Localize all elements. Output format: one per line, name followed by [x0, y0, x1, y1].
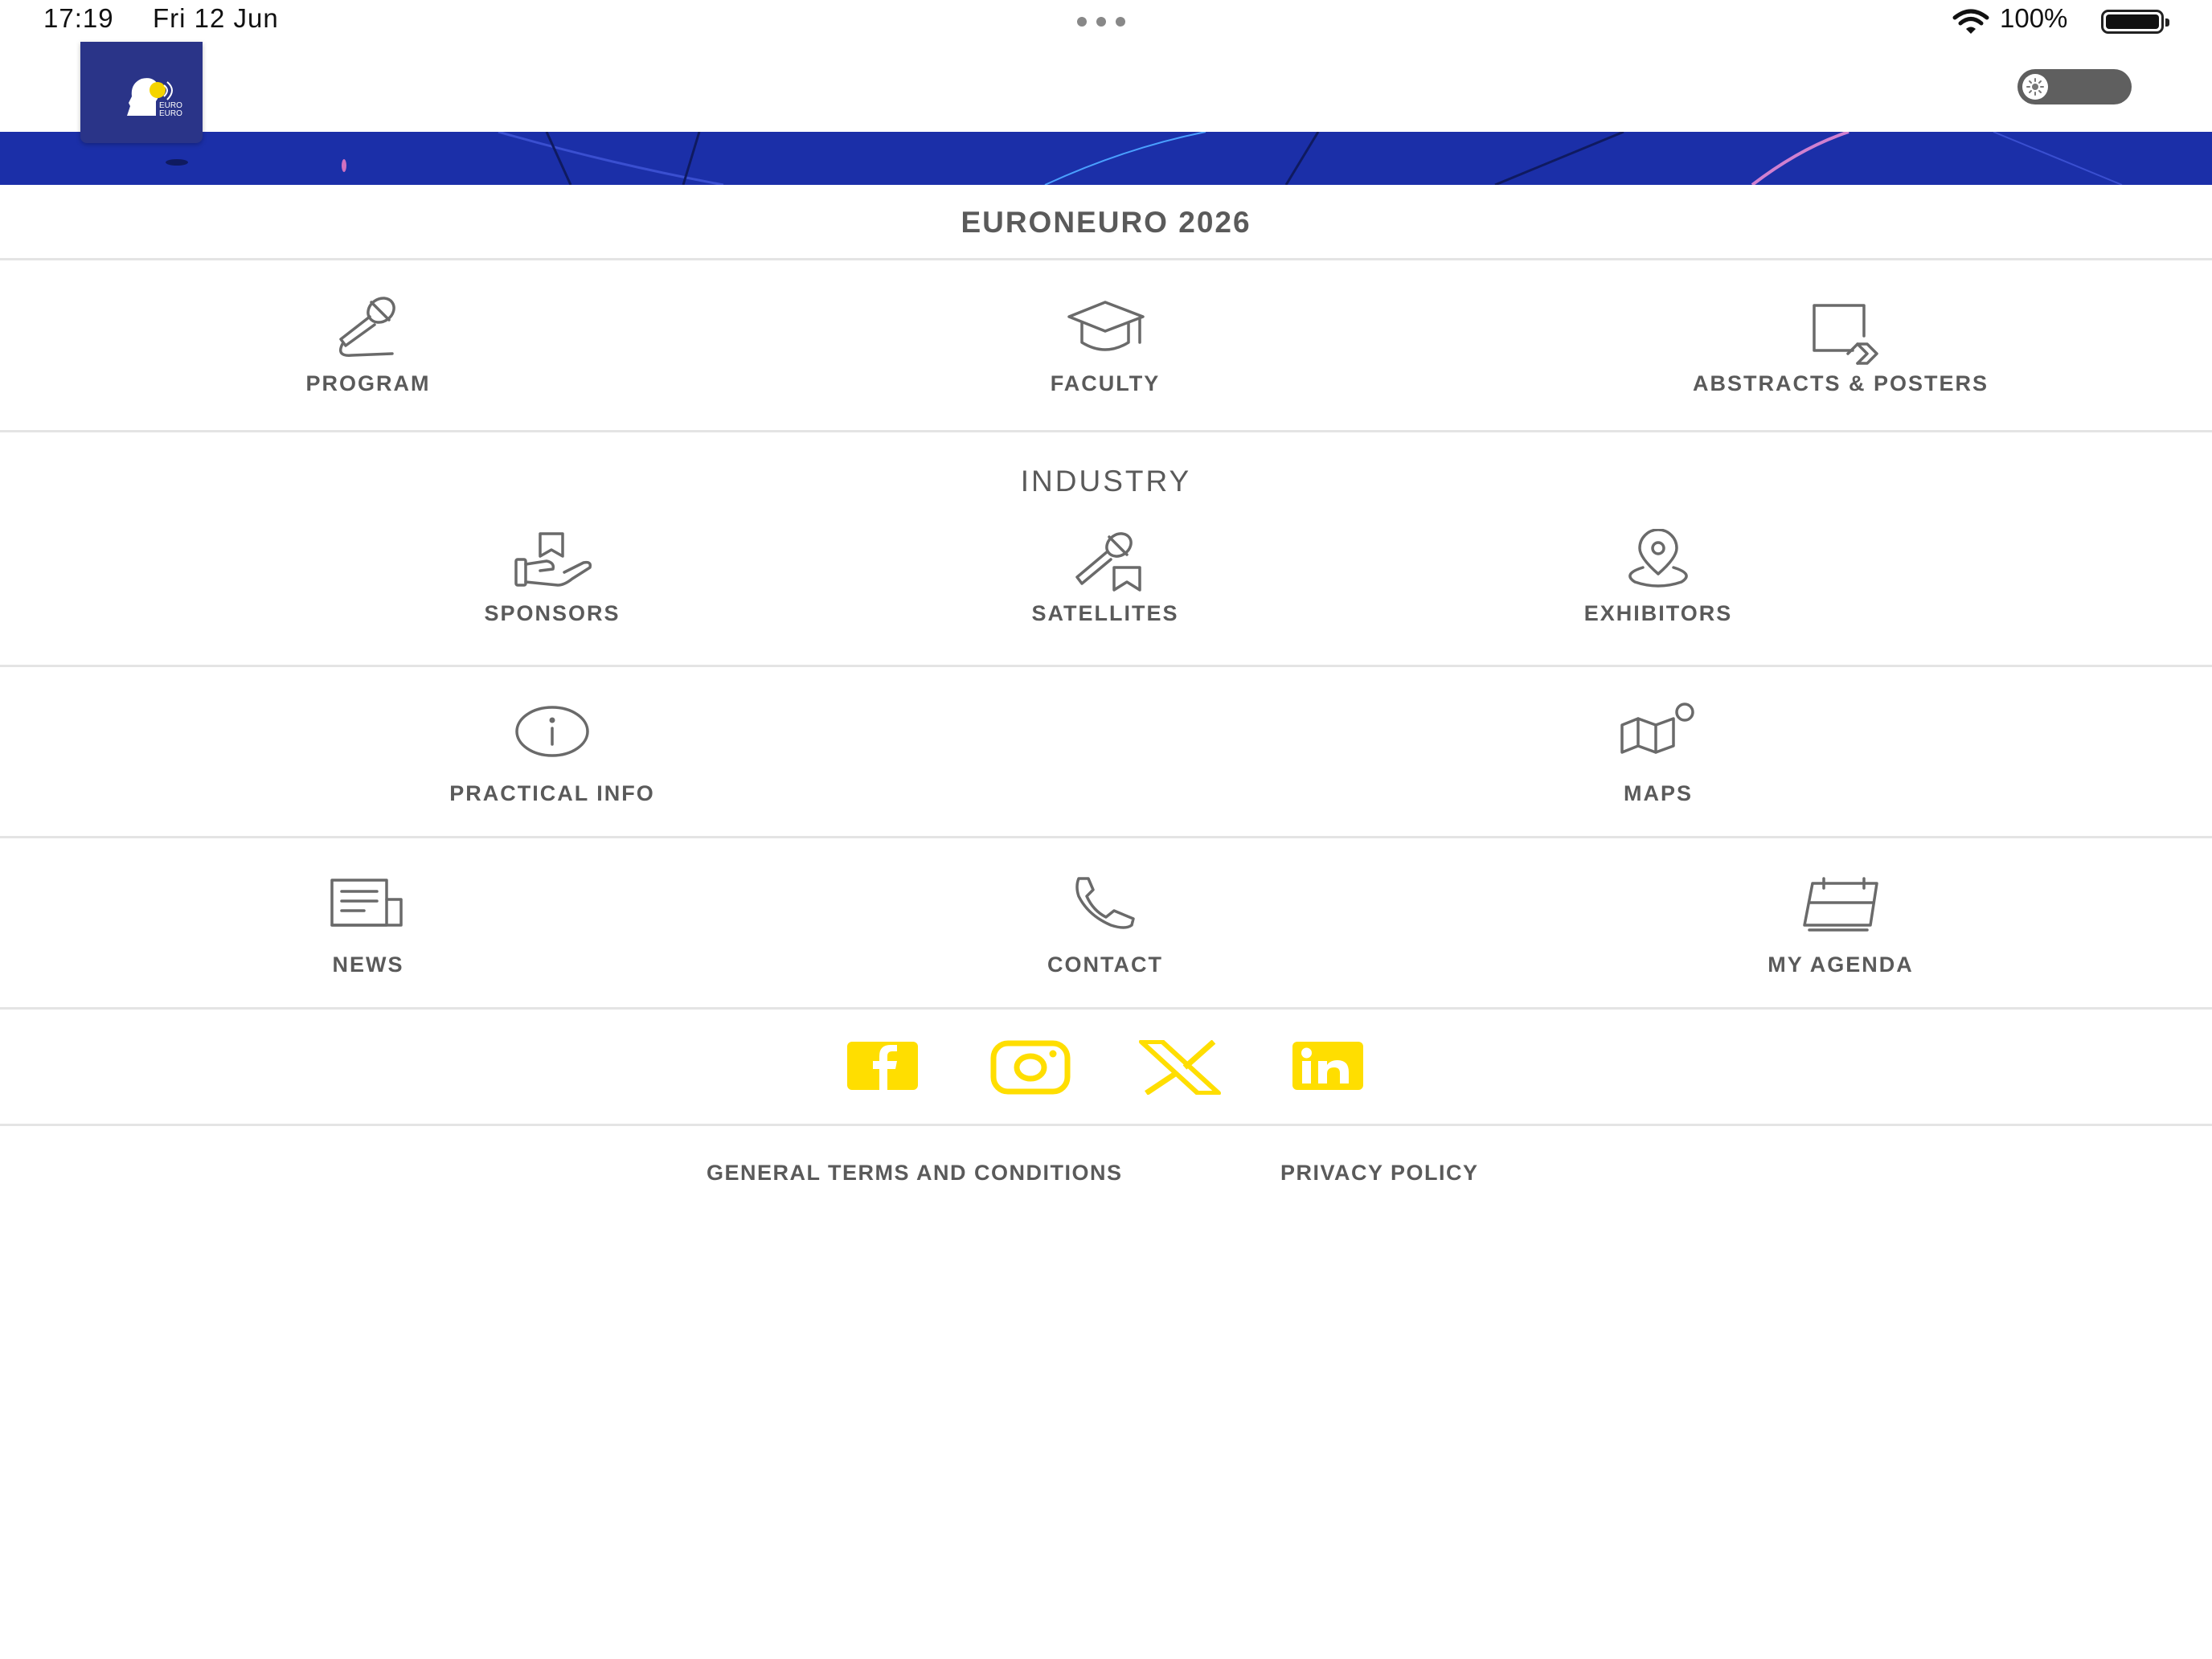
- industry-title: INDUSTRY: [1020, 465, 1192, 498]
- battery-percentage: 100%: [2000, 3, 2068, 33]
- practical-info-button[interactable]: PRACTICAL INFO: [432, 701, 673, 806]
- abstracts-label: ABSTRACTS & POSTERS: [1692, 371, 1989, 395]
- exhibitors-button[interactable]: EXHIBITORS: [1538, 529, 1779, 626]
- faculty-button[interactable]: FACULTY: [985, 260, 1226, 396]
- logo-icon: EURO EURO: [127, 78, 182, 118]
- satellites-label: SATELLITES: [1031, 601, 1179, 625]
- svg-text:EURO: EURO: [159, 109, 182, 118]
- battery-icon: [2101, 10, 2169, 34]
- contact-label: CONTACT: [1047, 952, 1163, 977]
- menu-row-main: PROGRAM FACULTY ABSTRACTS & POSTERS: [0, 260, 2212, 432]
- industry-section: INDUSTRY SPONSORS SATELLITES EXHIBITORS: [0, 432, 2212, 667]
- app-header: [0, 42, 2212, 132]
- wifi-icon: [1952, 9, 1989, 34]
- abstracts-posters-button[interactable]: ABSTRACTS & POSTERS: [1656, 260, 2026, 396]
- social-row: [0, 1010, 2212, 1126]
- menu-row-bottom: NEWS CONTACT MY AGENDA: [0, 838, 2212, 1010]
- program-button[interactable]: PROGRAM: [248, 260, 489, 396]
- sun-icon: [2022, 74, 2048, 100]
- practical-info-label: PRACTICAL INFO: [449, 781, 655, 805]
- microphone-bookmark-icon: [1075, 532, 1141, 592]
- menu-row-info: PRACTICAL INFO MAPS: [0, 667, 2212, 838]
- sponsors-button[interactable]: SPONSORS: [432, 529, 673, 626]
- poster-icon: [1813, 304, 1878, 365]
- graduation-cap-icon: [1067, 301, 1145, 351]
- status-date: Fri 12 Jun: [153, 3, 279, 33]
- my-agenda-button[interactable]: MY AGENDA: [1720, 872, 1961, 977]
- page-title: EURONEURO 2026: [961, 206, 1251, 239]
- facebook-icon[interactable]: [846, 1040, 920, 1092]
- hero-banner: [0, 132, 2212, 185]
- sponsors-label: SPONSORS: [484, 601, 621, 625]
- my-agenda-label: MY AGENDA: [1768, 952, 1914, 977]
- status-time: 17:19: [43, 3, 114, 33]
- news-label: NEWS: [332, 952, 404, 977]
- terms-link[interactable]: GENERAL TERMS AND CONDITIONS: [707, 1161, 1123, 1186]
- event-title-row: EURONEURO 2026: [0, 185, 2212, 260]
- program-label: PROGRAM: [305, 371, 431, 395]
- maps-button[interactable]: MAPS: [1538, 701, 1779, 806]
- exhibitors-label: EXHIBITORS: [1583, 601, 1733, 625]
- banner-pattern: [166, 132, 2123, 185]
- instagram-icon[interactable]: [990, 1040, 1071, 1095]
- theme-toggle[interactable]: [2017, 69, 2132, 104]
- map-icon: [1620, 703, 1694, 754]
- multitasking-dots[interactable]: [1077, 16, 1135, 27]
- info-icon: [515, 706, 589, 757]
- satellites-button[interactable]: SATELLITES: [985, 529, 1226, 626]
- location-pin-icon: [1628, 529, 1688, 588]
- news-button[interactable]: NEWS: [248, 872, 489, 977]
- phone-icon: [1075, 877, 1135, 929]
- maps-label: MAPS: [1623, 781, 1693, 805]
- privacy-policy-link[interactable]: PRIVACY POLICY: [1280, 1161, 1479, 1186]
- faculty-label: FACULTY: [1050, 371, 1161, 395]
- status-bar: 17:19 Fri 12 Jun 100%: [0, 0, 2212, 42]
- newspaper-icon: [330, 879, 403, 927]
- x-icon[interactable]: [1138, 1040, 1222, 1095]
- microphone-icon: [339, 297, 395, 357]
- calendar-icon: [1803, 877, 1878, 932]
- linkedin-icon[interactable]: [1291, 1040, 1365, 1092]
- contact-button[interactable]: CONTACT: [985, 872, 1226, 977]
- sponsor-hand-icon: [514, 532, 592, 587]
- euroneuro-logo[interactable]: EURO EURO: [80, 42, 203, 143]
